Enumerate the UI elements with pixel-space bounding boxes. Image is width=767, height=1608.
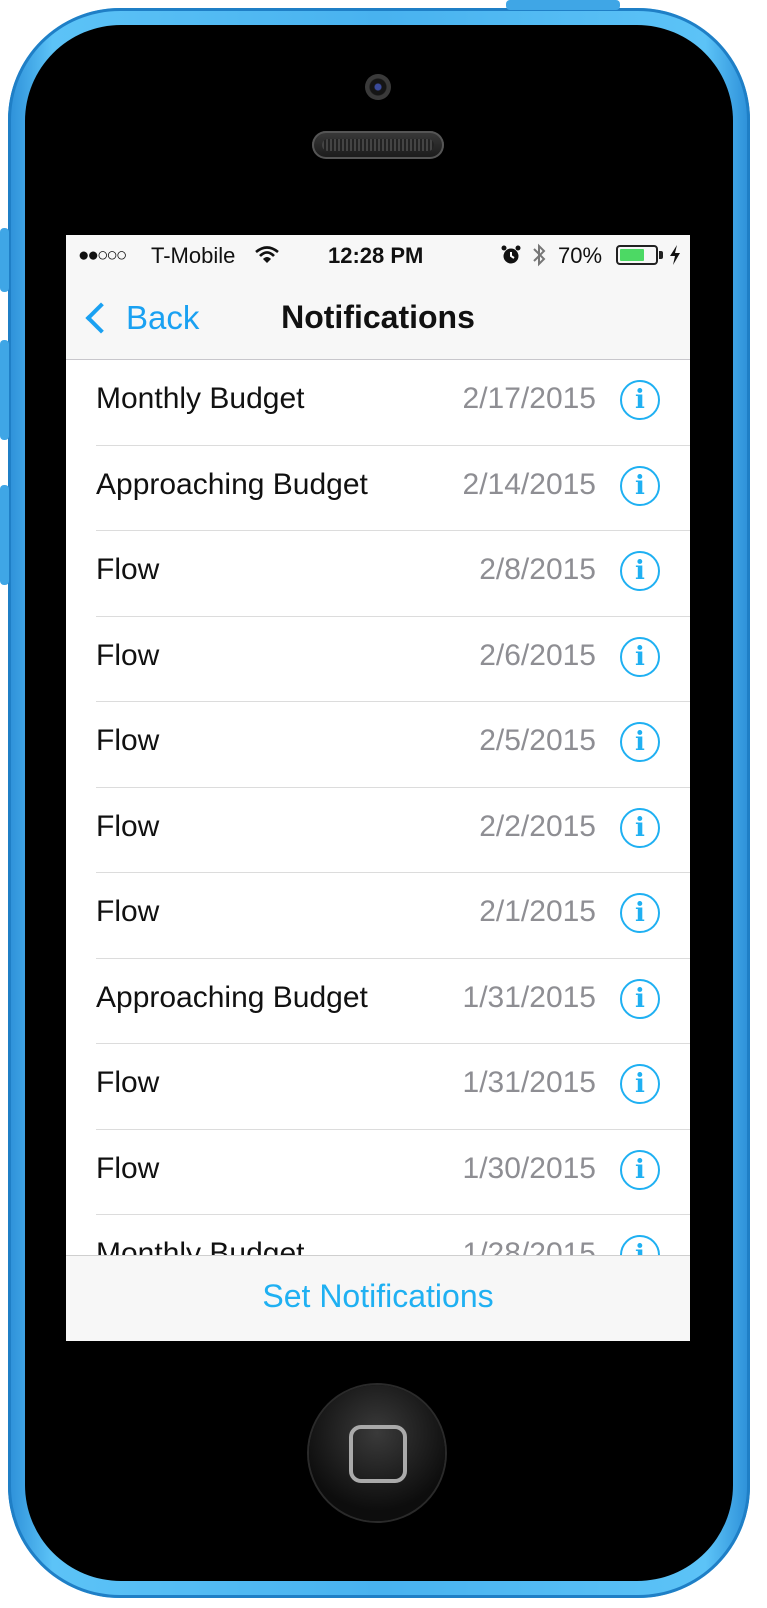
charging-bolt-icon [670,245,680,265]
wifi-icon [255,246,279,263]
table-row[interactable]: Monthly Budget 1/28/2015 i [66,1215,690,1256]
carrier-name: T-Mobile [151,243,236,268]
notification-title: Monthly Budget [96,1237,305,1256]
table-row[interactable]: Flow 1/31/2015 i [66,1044,690,1130]
notification-date: 2/5/2015 [479,724,596,757]
volume-down-button [0,485,9,585]
navigation-bar: Back Notifications [66,277,690,360]
notification-title: Approaching Budget [96,467,368,501]
notification-title: Flow [96,1151,160,1185]
battery-tip [659,251,663,259]
info-icon[interactable]: i [620,636,660,677]
notification-date: 2/17/2015 [462,382,596,415]
battery-icon [616,245,658,265]
table-row[interactable]: Monthly Budget 2/17/2015 i [66,360,690,446]
earpiece-speaker [312,131,444,159]
notification-title: Flow [96,809,160,843]
info-icon[interactable]: i [620,1235,660,1256]
table-row[interactable]: Approaching Budget 1/31/2015 i [66,959,690,1045]
notification-title: Flow [96,895,160,928]
notification-list[interactable]: Monthly Budget 2/17/2015 i Approaching Budg… [66,360,690,1256]
info-icon[interactable]: i [620,1064,660,1104]
notification-date: 1/31/2015 [462,980,596,1014]
page-title: Notifications [281,299,475,335]
notification-date: 2/2/2015 [479,809,596,843]
set-notifications-button[interactable]: Set Notifications [66,1278,690,1315]
notification-title: Flow [96,638,160,672]
battery-fill [620,249,644,261]
battery-percentage: 70% [558,243,603,268]
screen: ●●○○○ T-Mobile 12:28 PM 70% Back Notific… [66,235,690,1341]
info-icon[interactable]: i [620,1149,660,1190]
table-row[interactable]: Flow 2/2/2015 i [66,788,690,874]
info-icon[interactable]: i [620,722,660,762]
notification-date: 2/6/2015 [479,638,596,672]
clock: 12:28 PM [328,243,424,268]
notification-title: Monthly Budget [96,382,305,415]
notification-date: 1/30/2015 [462,1151,596,1185]
front-camera [365,74,391,100]
notification-title: Approaching Budget [96,980,368,1014]
notification-title: Flow [96,553,160,586]
table-row[interactable]: Flow 2/8/2015 i [66,531,690,617]
notification-title: Flow [96,724,160,757]
notification-date: 2/8/2015 [479,553,596,586]
table-row[interactable]: Flow 1/30/2015 i [66,1130,690,1216]
status-bar: ●●○○○ T-Mobile 12:28 PM 70% [66,235,690,277]
table-row[interactable]: Flow 2/1/2015 i [66,873,690,959]
bottom-toolbar: Set Notifications [66,1255,690,1341]
notification-date: 1/28/2015 [462,1237,596,1256]
info-icon[interactable]: i [620,465,660,506]
signal-strength: ●●○○○ [78,245,127,266]
info-icon[interactable]: i [620,551,660,591]
volume-up-button [0,340,9,440]
home-button[interactable] [309,1385,445,1521]
table-row[interactable]: Approaching Budget 2/14/2015 i [66,446,690,532]
notification-date: 2/1/2015 [479,895,596,928]
table-row[interactable]: Flow 2/5/2015 i [66,702,690,788]
notification-title: Flow [96,1066,160,1099]
ringer-switch [0,228,9,292]
bluetooth-icon [533,243,546,267]
alarm-icon [501,245,521,264]
home-square-icon [349,1425,407,1483]
notification-date: 2/14/2015 [462,467,596,501]
info-icon[interactable]: i [620,893,660,933]
info-icon[interactable]: i [620,380,660,420]
sleep-wake-button [506,0,620,10]
info-icon[interactable]: i [620,807,660,848]
info-icon[interactable]: i [620,978,660,1019]
table-row[interactable]: Flow 2/6/2015 i [66,617,690,703]
notification-date: 1/31/2015 [462,1066,596,1099]
